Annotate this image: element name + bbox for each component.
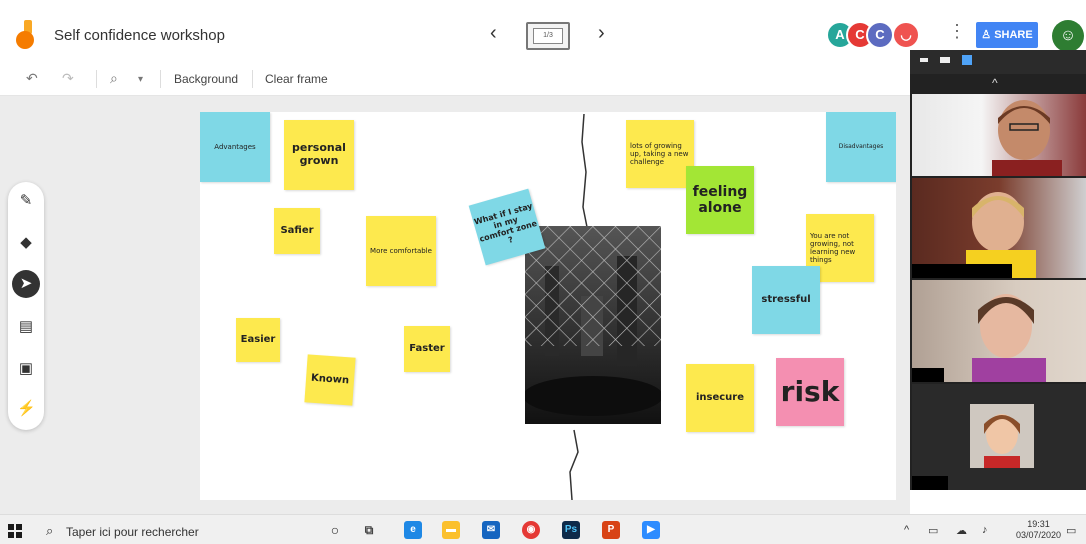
participant-video[interactable] [912, 280, 1086, 382]
background-button[interactable]: Background [174, 72, 238, 86]
notifications-icon[interactable]: ▭ [1066, 524, 1076, 537]
chrome-icon[interactable]: ◉ [522, 521, 540, 539]
tray-expand-icon[interactable]: ^ [904, 524, 909, 536]
sticky-note[interactable]: Disadvantages [826, 112, 896, 182]
pen-icon[interactable]: ✎ [17, 192, 35, 210]
participant-video[interactable] [912, 384, 1086, 490]
drawing-tools-panel: ✎ ◆ ➤ ▤ ▣ ⚡ [8, 182, 44, 430]
sticky-note[interactable]: insecure [686, 364, 754, 432]
sticky-note[interactable]: stressful [752, 266, 820, 334]
redo-icon[interactable]: ↷ [62, 70, 74, 86]
cortana-icon[interactable]: ○ [326, 521, 344, 539]
toolbar-divider [96, 70, 97, 88]
sticky-note-icon[interactable]: ▤ [17, 318, 35, 336]
sticky-note[interactable]: More comfortable [366, 216, 436, 286]
whiteboard-frame[interactable]: Advantages personal grown Safier More co… [200, 112, 896, 500]
toolbar: ↶ ↷ ⌕ ▾ Background Clear frame [0, 62, 910, 96]
participant-video[interactable] [912, 94, 1086, 176]
toolbar-divider [160, 70, 161, 88]
image-icon[interactable]: ▣ [17, 360, 35, 378]
onedrive-icon[interactable]: ☁ [956, 524, 967, 537]
minimize-icon[interactable] [920, 58, 928, 62]
participant-name-bar [912, 476, 948, 490]
small-view-icon[interactable] [940, 57, 950, 63]
participant-name-bar [912, 264, 1012, 278]
system-clock[interactable]: 19:31 03/07/2020 [1016, 519, 1061, 541]
zoom-icon[interactable]: ⌕ [110, 70, 118, 86]
toolbar-divider [252, 70, 253, 88]
document-title[interactable]: Self confidence workshop [54, 27, 225, 44]
network-icon[interactable]: ▭ [928, 524, 938, 537]
participant-name-bar [912, 368, 944, 382]
windows-start-icon[interactable] [8, 524, 22, 538]
sticky-note[interactable]: lots of growing up, taking a new challen… [626, 120, 694, 188]
taskbar-search-input[interactable]: Taper ici pour rechercher [66, 525, 199, 539]
sticky-note[interactable]: Easier [236, 318, 280, 362]
search-icon[interactable]: ⌕ [46, 523, 53, 539]
share-label: SHARE [994, 29, 1033, 41]
clock-time: 19:31 [1027, 519, 1050, 529]
windows-taskbar: ⌕ Taper ici pour rechercher ○ ⧉ e ▬ ✉ ◉ … [0, 514, 1086, 544]
select-icon[interactable]: ➤ [12, 270, 40, 298]
collapse-chevron-icon[interactable]: ^ [992, 76, 998, 90]
zoom-app-icon[interactable]: ▶ [642, 521, 660, 539]
clock-date: 03/07/2020 [1016, 530, 1062, 540]
sticky-note[interactable]: Faster [404, 326, 450, 372]
chain-fence-photo[interactable] [525, 226, 661, 424]
share-button[interactable]: ♙ SHARE [976, 22, 1038, 48]
laser-icon[interactable]: ⚡ [17, 400, 36, 418]
eraser-icon[interactable]: ◆ [17, 234, 35, 252]
file-explorer-icon[interactable]: ▬ [442, 521, 460, 539]
jamboard-logo-icon [16, 20, 34, 49]
mail-icon[interactable]: ✉ [482, 521, 500, 539]
app-window: Self confidence workshop ‹ 1/3 › A C C ◡… [0, 0, 1086, 544]
collaborator-avatar[interactable]: C [866, 21, 894, 49]
frame-bar-button[interactable]: 1/3 [526, 22, 570, 50]
participant-video[interactable] [912, 178, 1086, 278]
powerpoint-icon[interactable]: P [602, 521, 620, 539]
frame-indicator: 1/3 [533, 28, 563, 44]
next-frame-button[interactable]: › [598, 23, 605, 43]
undo-icon[interactable]: ↶ [26, 70, 38, 86]
sticky-note[interactable]: feeling alone [686, 166, 754, 234]
clear-frame-button[interactable]: Clear frame [265, 72, 328, 86]
sticky-note[interactable]: personal grown [284, 120, 354, 190]
photoshop-icon[interactable]: Ps [562, 521, 580, 539]
previous-frame-button[interactable]: ‹ [490, 23, 497, 43]
person-add-icon: ♙ [981, 29, 995, 41]
sticky-note[interactable]: Advantages [200, 112, 270, 182]
edge-browser-icon[interactable]: e [404, 521, 422, 539]
video-call-panel: ^ [910, 50, 1086, 490]
volume-icon[interactable]: ♪ [982, 524, 988, 536]
account-avatar[interactable]: ☺ [1052, 20, 1084, 52]
collaborator-avatar[interactable]: ◡ [892, 21, 920, 49]
grid-view-icon[interactable] [962, 55, 972, 65]
sticky-note[interactable]: risk [776, 358, 844, 426]
zoom-dropdown-icon[interactable]: ▾ [138, 72, 143, 88]
video-panel-controls [910, 50, 1086, 74]
sticky-note[interactable]: Safier [274, 208, 320, 254]
task-view-icon[interactable]: ⧉ [360, 521, 378, 539]
more-options-icon[interactable]: ⋮ [948, 22, 966, 40]
sticky-note[interactable]: Known [304, 354, 356, 406]
